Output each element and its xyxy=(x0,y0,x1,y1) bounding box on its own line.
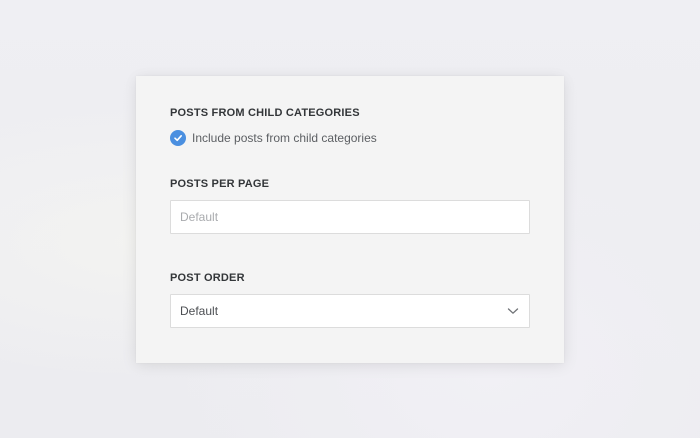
include-child-categories-option[interactable]: Include posts from child categories xyxy=(170,130,377,146)
post-order-select[interactable]: Default xyxy=(170,294,530,328)
post-order-selected-value: Default xyxy=(180,304,219,318)
posts-per-page-heading: POSTS PER PAGE xyxy=(170,178,270,190)
include-child-categories-checkbox[interactable] xyxy=(170,130,186,146)
post-order-heading: POST ORDER xyxy=(170,272,245,284)
settings-panel: POSTS FROM CHILD CATEGORIES Include post… xyxy=(136,76,564,363)
chevron-down-icon xyxy=(507,308,519,314)
check-icon xyxy=(174,135,182,142)
include-child-categories-label: Include posts from child categories xyxy=(192,131,377,145)
child-categories-heading: POSTS FROM CHILD CATEGORIES xyxy=(170,107,360,119)
posts-per-page-field xyxy=(170,200,530,234)
posts-per-page-input[interactable] xyxy=(171,201,529,233)
